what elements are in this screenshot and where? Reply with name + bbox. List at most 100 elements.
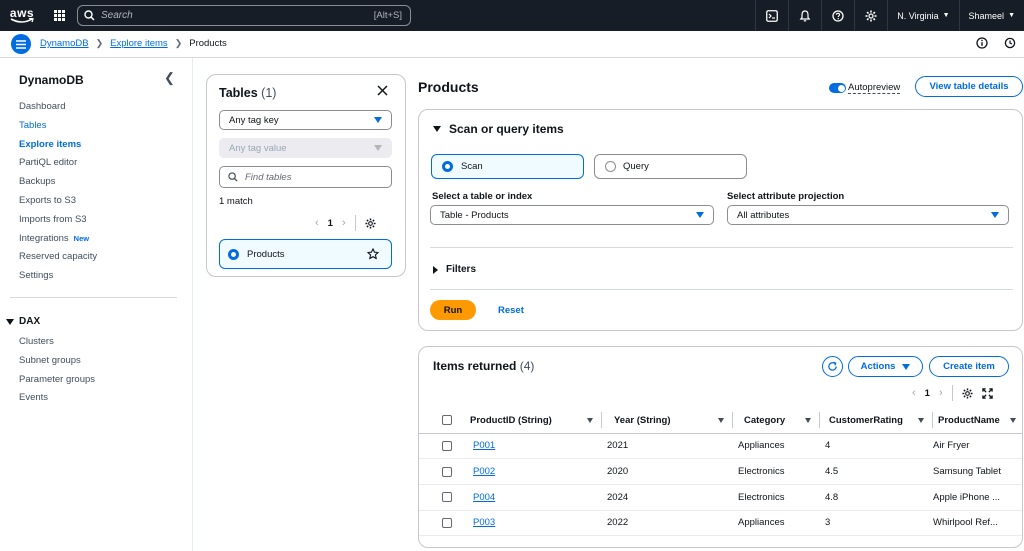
actions-button[interactable]: Actions: [848, 356, 923, 377]
cloudshell-icon[interactable]: [755, 0, 788, 31]
sort-caret-icon: [805, 417, 811, 423]
sidebar-item-integrations[interactable]: Integrations New: [19, 233, 89, 244]
sidebar-item-exports-to-s3[interactable]: Exports to S3: [19, 195, 76, 206]
run-button[interactable]: Run: [430, 300, 476, 320]
breadcrumb-bar: DynamoDB ❯ Explore items ❯ Products: [0, 31, 1024, 58]
radio-unselected[interactable]: [605, 161, 616, 172]
close-icon[interactable]: [377, 85, 388, 99]
query-tile[interactable]: Query: [594, 154, 747, 179]
hamburger-menu-icon[interactable]: [11, 34, 31, 54]
refresh-button[interactable]: [822, 356, 843, 377]
table-row: P001 2021 Appliances 4 Air Fryer: [419, 433, 1022, 460]
region-selector[interactable]: N. Virginia ▼: [887, 0, 958, 31]
preferences-gear-icon[interactable]: [365, 217, 376, 229]
cell-productname: Air Fryer: [933, 433, 1022, 460]
view-table-details-button[interactable]: View table details: [915, 76, 1023, 97]
star-favorite-icon[interactable]: [367, 248, 379, 260]
item-link[interactable]: P004: [473, 492, 495, 503]
notifications-bell-icon[interactable]: [788, 0, 821, 31]
projection-select[interactable]: All attributes: [727, 205, 1009, 225]
sidebar-item-tables[interactable]: Tables: [19, 120, 46, 131]
scan-tile[interactable]: Scan: [431, 154, 584, 179]
services-grid-icon[interactable]: [44, 0, 74, 31]
cell-productname: Whirlpool Ref...: [933, 510, 1022, 537]
divider: [430, 289, 1013, 290]
new-badge: New: [73, 234, 90, 243]
row-checkbox[interactable]: [442, 517, 452, 528]
sort-caret-icon: [918, 417, 924, 423]
search-input[interactable]: Search [Alt+S]: [77, 5, 411, 26]
sidebar-title[interactable]: DynamoDB: [19, 73, 84, 87]
chevron-right-icon[interactable]: ›: [342, 217, 346, 229]
chevron-right-icon[interactable]: ›: [939, 387, 943, 399]
match-count: 1 match: [219, 196, 253, 207]
aws-logo[interactable]: aws: [0, 0, 44, 31]
column-header-productid[interactable]: ProductID (String): [470, 408, 602, 434]
refresh-icon: [828, 361, 837, 371]
sidebar-item-events[interactable]: Events: [19, 392, 48, 403]
toggle-switch-on[interactable]: [829, 83, 846, 93]
item-link[interactable]: P002: [473, 466, 495, 477]
column-header-customerrating[interactable]: CustomerRating: [820, 408, 933, 434]
breadcrumb-explore-items[interactable]: Explore items: [110, 38, 168, 49]
collapse-sidebar-icon[interactable]: ❮: [164, 70, 175, 86]
cell-productname: Samsung Tablet: [933, 458, 1022, 485]
autopreview-toggle[interactable]: Autopreview: [829, 82, 901, 94]
reset-button[interactable]: Reset: [498, 305, 524, 316]
column-header-category[interactable]: Category: [733, 408, 820, 434]
cell-rating: 4.5: [820, 458, 933, 485]
row-checkbox[interactable]: [442, 440, 452, 451]
chevron-left-icon[interactable]: ‹: [315, 217, 319, 229]
table-index-select[interactable]: Table - Products: [430, 205, 714, 225]
caret-down-icon: [374, 117, 382, 123]
items-returned-panel: Items returned (4) Actions Create item ‹…: [418, 346, 1023, 548]
preferences-gear-icon[interactable]: [962, 387, 973, 399]
sidebar-item-explore-items[interactable]: Explore items: [19, 139, 81, 150]
sidebar-item-parameter-groups[interactable]: Parameter groups: [19, 374, 95, 385]
scan-query-header[interactable]: Scan or query items: [433, 122, 564, 136]
breadcrumb-dynamodb[interactable]: DynamoDB: [40, 38, 89, 49]
help-icon[interactable]: [821, 0, 854, 31]
chevron-right-icon: ❯: [174, 38, 183, 48]
sidebar-item-clusters[interactable]: Clusters: [19, 336, 54, 347]
sidebar-item-partiql-editor[interactable]: PartiQL editor: [19, 157, 77, 168]
sidebar-item-dashboard[interactable]: Dashboard: [19, 101, 65, 112]
sidebar-item-reserved-capacity[interactable]: Reserved capacity: [19, 251, 97, 262]
create-item-button[interactable]: Create item: [929, 356, 1009, 377]
sidebar-item-backups[interactable]: Backups: [19, 176, 55, 187]
divider: [951, 385, 953, 401]
select-all-checkbox[interactable]: [442, 415, 452, 426]
sidebar-section-dax[interactable]: DAX: [6, 316, 40, 327]
search-icon: [228, 172, 238, 182]
sidebar-item-imports-from-s3[interactable]: Imports from S3: [19, 214, 87, 225]
page-number[interactable]: 1: [328, 218, 333, 229]
caret-down-icon: [6, 318, 14, 325]
sidebar-item-settings[interactable]: Settings: [19, 270, 53, 281]
row-checkbox[interactable]: [442, 492, 452, 503]
tag-key-select[interactable]: Any tag key: [219, 110, 392, 130]
page-number[interactable]: 1: [925, 388, 930, 399]
caret-down-icon: [433, 126, 441, 132]
column-header-productname[interactable]: ProductName: [933, 408, 1022, 434]
caret-down-icon: ▼: [942, 12, 950, 19]
divider: [354, 215, 356, 231]
chevron-left-icon[interactable]: ‹: [912, 387, 916, 399]
row-checkbox[interactable]: [442, 466, 452, 477]
info-icon[interactable]: [976, 37, 988, 49]
item-link[interactable]: P003: [473, 517, 495, 528]
filters-expander[interactable]: Filters: [433, 264, 476, 275]
column-header-year[interactable]: Year (String): [602, 408, 733, 434]
sidebar-item-subnet-groups[interactable]: Subnet groups: [19, 355, 81, 366]
account-menu[interactable]: Shameel ▼: [958, 0, 1024, 31]
table-option-products[interactable]: Products: [219, 239, 392, 269]
cell-rating: 3: [820, 510, 933, 537]
find-tables-input[interactable]: Find tables: [219, 166, 392, 188]
radio-selected[interactable]: [442, 161, 453, 172]
radio-selected[interactable]: [228, 248, 239, 260]
history-clock-icon[interactable]: [1004, 37, 1016, 49]
settings-gear-icon[interactable]: [854, 0, 887, 31]
table-row: P002 2020 Electronics 4.5 Samsung Tablet: [419, 458, 1022, 485]
item-link[interactable]: P001: [473, 440, 495, 451]
sort-caret-icon: [587, 417, 593, 423]
fullscreen-icon[interactable]: [981, 387, 993, 399]
